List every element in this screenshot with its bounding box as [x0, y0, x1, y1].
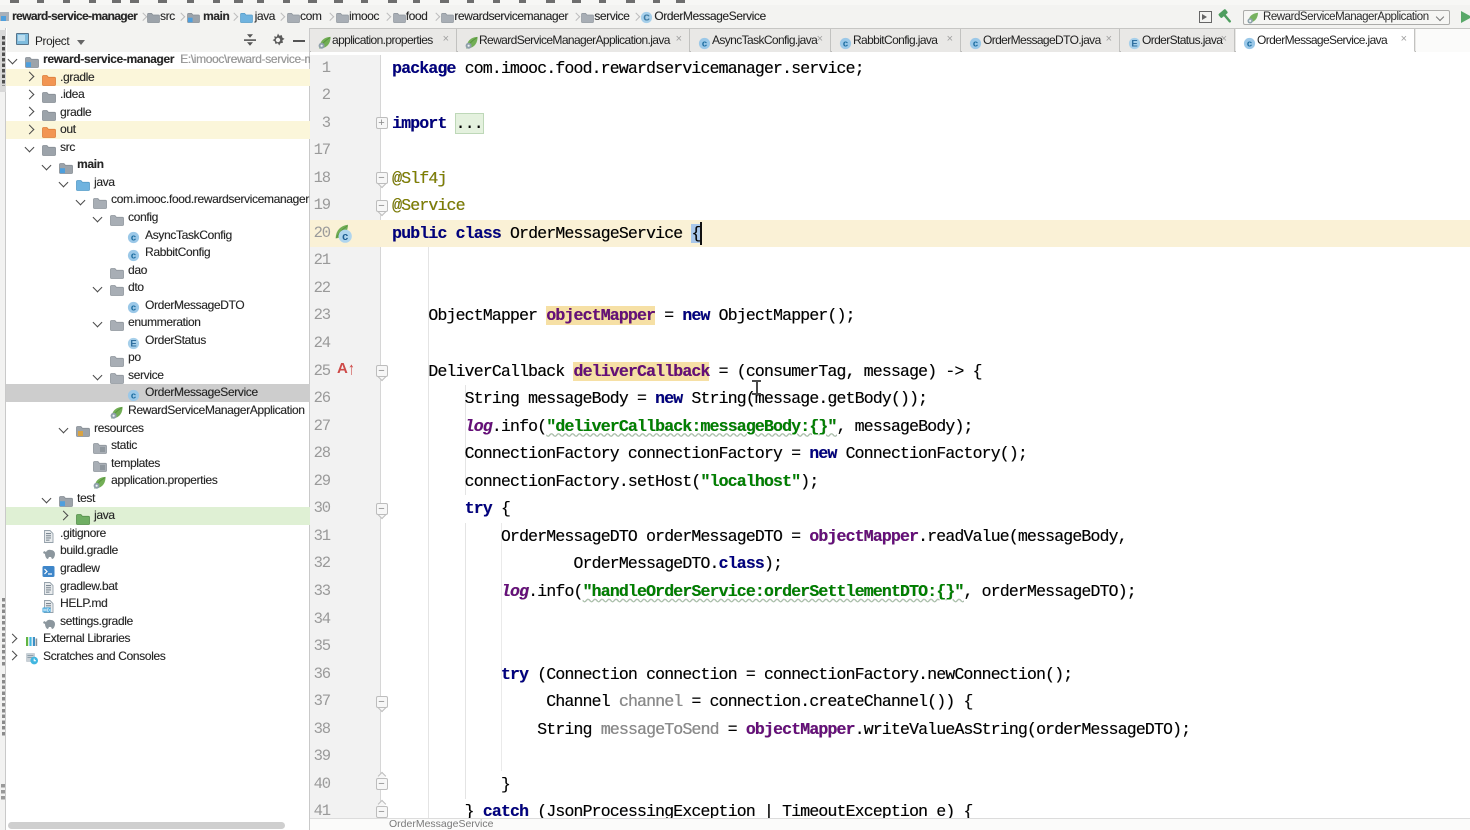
svg-text:c: c: [843, 38, 848, 49]
svg-text:c: c: [342, 231, 348, 243]
svg-text:c: c: [973, 38, 978, 49]
svg-text:c: c: [131, 391, 136, 402]
svg-text:c: c: [131, 250, 136, 261]
svg-text:c: c: [702, 38, 707, 49]
svg-text:c: c: [1247, 38, 1252, 49]
svg-text:C: C: [643, 12, 649, 22]
svg-text:E: E: [130, 338, 136, 349]
svg-text:MD: MD: [43, 607, 50, 612]
svg-text:c: c: [131, 303, 136, 314]
svg-text:E: E: [1131, 38, 1137, 49]
svg-text:c: c: [131, 233, 136, 244]
